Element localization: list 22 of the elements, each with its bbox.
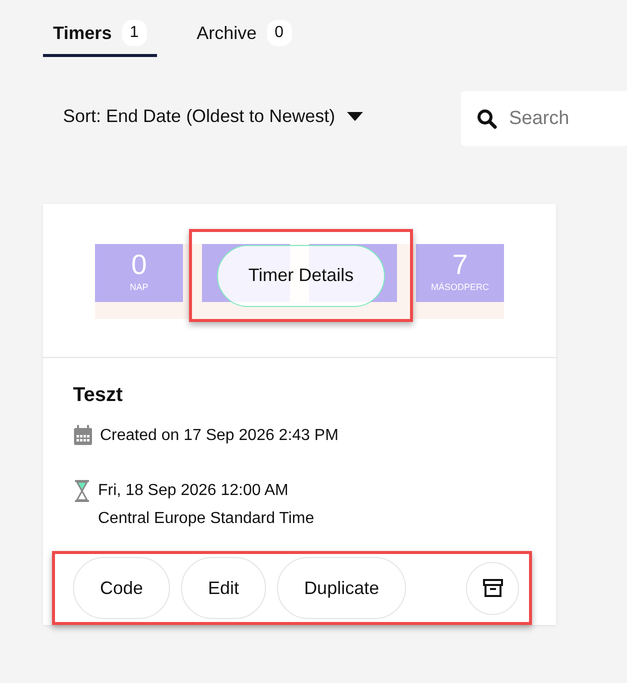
action-button[interactable]: Edit <box>181 557 266 619</box>
timer-title: Teszt <box>73 384 124 407</box>
tab[interactable]: Archive 0 <box>186 20 302 57</box>
caret-icon <box>347 112 364 122</box>
search-field[interactable]: Search <box>461 91 627 146</box>
end-date: Fri, 18 Sep 2026 12:00 AM <box>98 481 290 501</box>
archive-icon <box>482 579 502 597</box>
countdown-unit: 0 NAP <box>95 244 183 302</box>
countdown-unit: 7 MÁSODPERC <box>416 244 504 302</box>
count-badge: 1 <box>122 20 147 46</box>
count-badge: 0 <box>266 20 292 46</box>
created-date: Created on 17 Sep 2026 2:43 PM <box>100 426 338 446</box>
sort-dropdown[interactable]: Sort: End Date (Oldest to Newest) <box>63 106 364 127</box>
action-button[interactable]: Duplicate <box>277 557 406 619</box>
calendar-icon <box>73 425 93 446</box>
search-icon <box>477 108 497 128</box>
tab[interactable]: Timers 1 <box>43 20 157 57</box>
search-input[interactable]: Search <box>507 106 621 130</box>
timer-details-button[interactable]: Timer Details <box>217 244 385 306</box>
hourglass-icon <box>73 480 91 502</box>
action-button[interactable]: Code <box>73 557 170 619</box>
timezone: Central Europe Standard Time <box>98 509 314 529</box>
